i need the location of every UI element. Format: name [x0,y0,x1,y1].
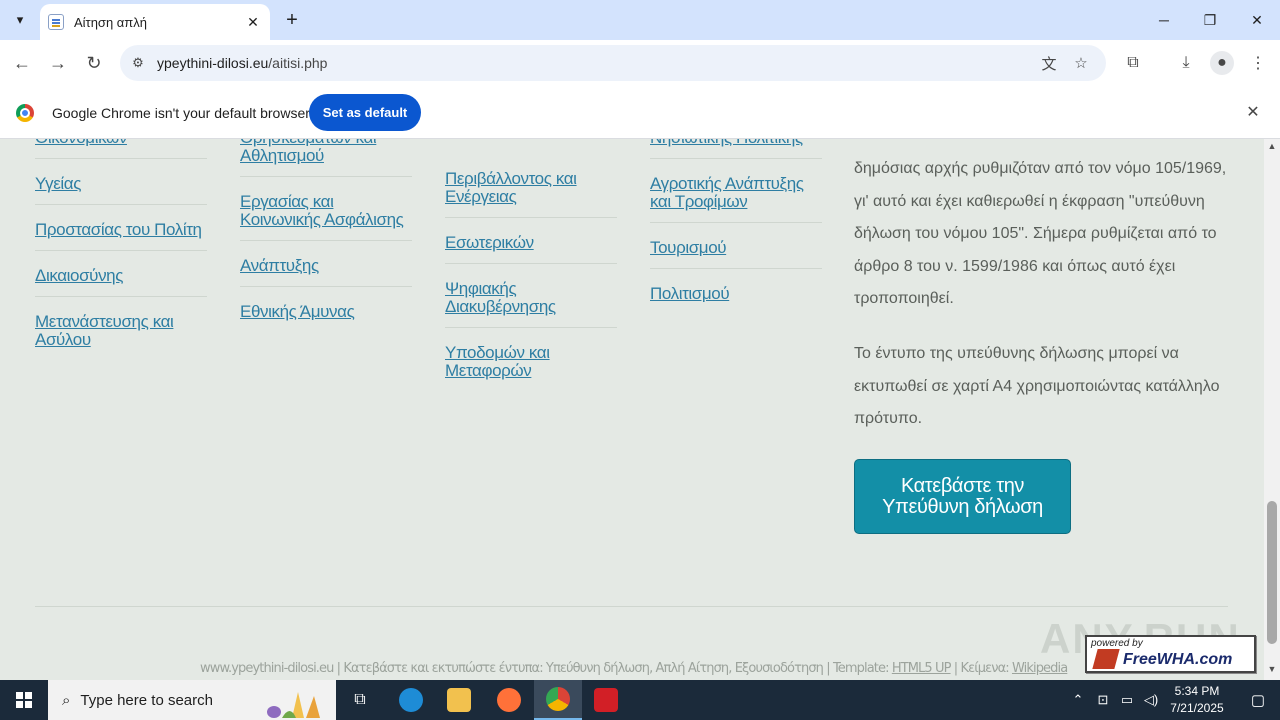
translate-icon[interactable]: 文 [1038,52,1060,74]
tab-strip: ▾ Αίτηση απλή ✕ + ─ ❐ ✕ [0,0,1280,40]
chrome-icon[interactable] [534,680,582,720]
windows-logo-icon [16,692,32,708]
default-browser-infobar: Google Chrome isn't your default browser… [0,86,1280,139]
start-button[interactable] [0,680,48,720]
info-paragraph-law: δημόσιας αρχής ρυθμιζόταν από τον νόμο 1… [854,160,1227,307]
extensions-icon[interactable]: ⧉ [1121,51,1145,75]
ministry-link[interactable]: Μετανάστευσης και Ασύλου [35,307,207,360]
reload-icon[interactable]: ↻ [79,48,109,78]
page-scrollbar[interactable]: ▲ ▼ [1264,139,1280,680]
new-tab-button[interactable]: + [280,8,304,32]
template-link[interactable]: HTML5 UP [892,661,952,676]
tab-search-icon[interactable]: ▾ [6,6,34,34]
ministry-link[interactable]: Νησιωτικής Πολιτικής [650,139,822,159]
bookmark-star-icon[interactable]: ☆ [1070,52,1092,74]
taskbar-clock[interactable]: 5:34 PM 7/21/2025 [1162,683,1232,717]
ministry-column-2: Θρησκευμάτων και Αθλητισμού Εργασίας και… [240,139,412,342]
infobar-close-icon[interactable]: ✕ [1243,102,1263,122]
ministry-column-1: Οικονομικών Υγείας Προστασίας του Πολίτη… [35,139,207,370]
back-icon[interactable]: ← [7,48,37,78]
powered-by-badge[interactable]: powered by FreeWHA.com [1085,635,1256,673]
site-info-icon[interactable]: ⚙ [128,53,148,73]
tray-chevron-icon[interactable]: ⌃ [1068,680,1088,720]
taskbar-search[interactable]: ⌕ Type here to search [48,680,336,720]
file-explorer-icon[interactable] [435,680,483,720]
downloads-icon[interactable]: ⤓ [1174,51,1198,75]
info-paragraph-print: Το έντυπο της υπεύθυνης δήλωσης μπορεί ν… [854,345,1220,427]
ministry-link[interactable]: Υγείας [35,169,207,205]
wikipedia-link[interactable]: Wikipedia [1012,661,1068,676]
clock-date: 7/21/2025 [1170,701,1224,715]
footer-main: www.ypeythini-dilosi.eu | Κατεβάστε και … [200,661,892,676]
minimize-button[interactable]: ─ [1141,0,1187,40]
ministry-link[interactable]: Αγροτικής Ανάπτυξης και Τροφίμων [650,169,822,223]
footer-text: www.ypeythini-dilosi.eu | Κατεβάστε και … [200,661,1068,676]
address-bar[interactable]: ⚙ ypeythini-dilosi.eu/aitisi.php 文 ☆ [120,45,1106,81]
infobar-message: Google Chrome isn't your default browser [52,105,310,121]
download-declaration-button[interactable]: Κατεβάστε την Υπεύθυνη δήλωση [854,459,1071,534]
search-highlight-icon [267,692,320,718]
edge-icon[interactable] [387,680,435,720]
url-path: /aitisi.php [268,55,328,71]
browser-toolbar: ← → ↻ ⚙ ypeythini-dilosi.eu/aitisi.php 文… [0,40,1280,86]
ministry-link[interactable]: Εθνικής Άμυνας [240,297,412,332]
host-name: FreeWHA.com [1123,651,1233,668]
ministry-link[interactable]: Προστασίας του Πολίτη [35,215,207,251]
ministry-link[interactable]: Πολιτισμού [650,279,822,314]
active-tab[interactable]: Αίτηση απλή ✕ [40,4,270,40]
ministry-link[interactable]: Θρησκευμάτων και Αθλητισμού [240,139,412,177]
ministry-link[interactable]: Τουρισμού [650,233,822,269]
scroll-down-icon[interactable]: ▼ [1264,664,1280,678]
favicon-icon [48,14,64,30]
ministry-link[interactable]: Υποδομών και Μεταφορών [445,338,617,391]
scroll-up-icon[interactable]: ▲ [1264,141,1280,155]
search-placeholder: Type here to search [80,691,213,709]
menu-icon[interactable]: ⋮ [1246,51,1270,75]
ministry-link[interactable]: Ανάπτυξης [240,251,412,287]
task-view-icon[interactable]: ⧉ [336,680,384,720]
page-viewport: Οικονομικών Υγείας Προστασίας του Πολίτη… [0,139,1264,680]
scroll-thumb[interactable] [1267,501,1277,644]
notification-icon[interactable]: ▢ [1236,680,1280,720]
set-default-button[interactable]: Set as default [309,94,421,131]
powered-by-label: powered by [1091,638,1143,649]
tray-network-adapter-icon[interactable]: ⊡ [1092,680,1114,720]
profile-icon[interactable]: ● [1210,51,1234,75]
acrobat-icon[interactable] [582,680,630,720]
ministry-link[interactable]: Εργασίας και Κοινωνικής Ασφάλισης [240,187,412,241]
forward-icon[interactable]: → [43,48,73,78]
ministry-link[interactable]: Περιβάλλοντος και Ενέργειας [445,164,617,218]
search-icon: ⌕ [62,691,71,709]
ministry-link[interactable]: Εσωτερικών [445,228,617,264]
clock-time: 5:34 PM [1174,684,1220,698]
close-window-button[interactable]: ✕ [1234,0,1280,40]
tray-network-icon[interactable]: ▭ [1116,680,1138,720]
url-text[interactable]: ypeythini-dilosi.eu/aitisi.php [157,55,327,71]
windows-taskbar: ⌕ Type here to search ⧉ ⌃ ⊡ ▭ ◁) 5:34 PM… [0,680,1280,720]
freewha-logo-icon [1092,649,1120,669]
footer-divider [35,606,1228,607]
firefox-icon[interactable] [485,680,533,720]
tray-volume-icon[interactable]: ◁) [1140,680,1162,720]
ministry-column-3: Περιβάλλοντος και Ενέργειας Εσωτερικών Ψ… [445,164,617,401]
restore-button[interactable]: ❐ [1187,0,1233,40]
ministry-link[interactable]: Οικονομικών [35,139,207,159]
ministry-link[interactable]: Ψηφιακής Διακυβέρνησης [445,274,617,328]
tab-close-icon[interactable]: ✕ [244,13,262,31]
ministry-column-4: Νησιωτικής Πολιτικής Αγροτικής Ανάπτυξης… [650,139,822,324]
tab-title: Αίτηση απλή [74,14,148,30]
url-domain: ypeythini-dilosi.eu [157,55,269,71]
chrome-logo-icon [16,104,34,122]
footer-separator: | Κείμενα: [950,661,1012,676]
ministry-link[interactable]: Δικαιοσύνης [35,261,207,297]
